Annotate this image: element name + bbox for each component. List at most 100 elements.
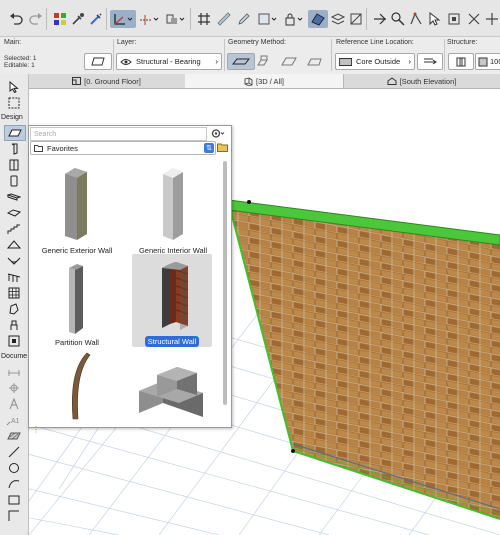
exterior-wall-thumbnail — [65, 168, 87, 240]
section-icon[interactable] — [444, 10, 464, 28]
structure-label: Structure: — [447, 39, 478, 46]
beam-tool-icon[interactable] — [4, 190, 24, 204]
drawing-tool-icon[interactable] — [4, 493, 24, 507]
layer-dropdown[interactable]: Structural - Bearing › — [116, 53, 222, 70]
geometry-straight-button[interactable] — [227, 53, 255, 70]
favorite-curved-wall[interactable] — [37, 351, 117, 423]
arrow-tool-icon[interactable] — [4, 80, 24, 94]
window-tool-icon[interactable] — [4, 174, 24, 188]
tab-label: [3D / All] — [256, 76, 284, 86]
favorites-folder-select[interactable]: Favorites ⇅ — [30, 141, 216, 155]
door-tool-icon[interactable] — [4, 158, 24, 172]
resize-handle-icon[interactable]: ⋮ — [32, 426, 40, 442]
interior-wall-thumbnail — [163, 168, 183, 240]
level-dimension-tool-icon[interactable] — [4, 381, 24, 395]
partition-wall-thumbnail — [69, 264, 83, 334]
favorites-scrollbar[interactable] — [223, 161, 227, 405]
polyline-tool-icon[interactable] — [4, 477, 24, 491]
tab-3d-all[interactable]: [3D / All] — [185, 74, 344, 88]
main-label: Main: — [4, 39, 22, 46]
curved-wall-thumbnail — [72, 352, 91, 420]
column-tool-icon[interactable] — [4, 142, 24, 156]
structure-type-button[interactable] — [448, 53, 474, 70]
structure-dropdown[interactable]: 100 — [475, 53, 500, 70]
gravity-angle-icon[interactable] — [110, 10, 136, 28]
chain-wall-icon — [257, 55, 268, 66]
zone-tool-icon[interactable] — [4, 334, 24, 348]
favorite-generic-interior-wall[interactable]: Generic Interior Wall — [133, 164, 213, 255]
trim-icon[interactable] — [464, 10, 484, 28]
morph-tool-icon[interactable] — [4, 302, 24, 316]
3d-cut-icon[interactable] — [308, 10, 328, 28]
text-tool-icon[interactable] — [4, 397, 24, 411]
pen-icon[interactable] — [234, 10, 254, 28]
curtain-wall-tool-icon[interactable] — [4, 286, 24, 300]
wall-tool-icon[interactable] — [4, 125, 26, 141]
offset-arrow-icon — [424, 58, 437, 65]
trace-icon[interactable] — [346, 10, 366, 28]
redo-icon[interactable] — [26, 10, 46, 28]
favorites-search-input[interactable]: Search — [30, 127, 207, 141]
wall-settings-icon — [91, 57, 105, 66]
structural-wall-thumbnail — [162, 262, 189, 330]
rectangle-wall-icon — [281, 57, 297, 66]
grid-snap-icon[interactable] — [194, 10, 214, 28]
retaining-wall-thumbnail — [139, 367, 203, 417]
folder-icon — [34, 145, 43, 152]
favorite-retaining-wall[interactable] — [133, 351, 213, 423]
element-frame-icon[interactable] — [256, 10, 280, 28]
tab-south-elevation[interactable]: [South Elevation] — [343, 74, 500, 88]
eyedropper-icon[interactable] — [68, 10, 88, 28]
stair-tool-icon[interactable] — [4, 222, 24, 236]
refline-offset-button[interactable] — [417, 53, 443, 70]
refline-dropdown[interactable]: Core Outside › — [335, 53, 415, 70]
new-folder-button[interactable] — [217, 142, 228, 152]
refline-value: Core Outside — [356, 57, 401, 66]
dimension-tool-icon[interactable] — [4, 365, 24, 379]
elevation-icon — [387, 77, 397, 85]
offset-icon[interactable] — [406, 10, 426, 28]
settings-gear-button[interactable] — [209, 127, 227, 139]
geometry-rect-button[interactable] — [280, 54, 298, 68]
snap-guides-icon[interactable] — [138, 10, 162, 28]
grid-palette-icon[interactable] — [50, 10, 70, 28]
arc-tool-icon[interactable] — [4, 461, 24, 475]
fill-icon — [478, 57, 488, 66]
layers-icon[interactable] — [328, 10, 348, 28]
slab-tool-icon[interactable] — [4, 206, 24, 220]
info-box: Main: Selected: 1 Editable: 1 Layer: Str… — [0, 37, 500, 75]
fill-tool-icon[interactable] — [4, 429, 24, 443]
3d-view-icon — [244, 77, 253, 86]
favorite-structural-wall[interactable]: Structural Wall — [132, 254, 212, 347]
favorite-label: Structural Wall — [144, 336, 200, 347]
geometry-curved-button[interactable] — [256, 54, 272, 68]
shell-tool-icon[interactable] — [4, 254, 24, 268]
hotspot-top[interactable] — [247, 200, 251, 204]
wall-settings-button[interactable] — [84, 53, 112, 70]
measure-icon[interactable] — [214, 10, 234, 28]
view-tabs: [0. Ground Floor] [3D / All] [South Elev… — [28, 74, 500, 89]
split-icon[interactable] — [370, 10, 390, 28]
hotspot-bottom[interactable] — [291, 449, 295, 453]
undo-icon[interactable] — [6, 10, 26, 28]
roof-tool-icon[interactable] — [4, 238, 24, 252]
tab-ground-floor[interactable]: [0. Ground Floor] — [28, 74, 186, 88]
selected-count: Selected: 1 — [4, 55, 37, 62]
syringe-icon[interactable] — [86, 10, 106, 28]
figure-tool-icon[interactable] — [4, 509, 24, 523]
favorite-generic-exterior-wall[interactable]: Generic Exterior Wall — [37, 164, 117, 255]
railing-tool-icon[interactable] — [4, 270, 24, 284]
favorite-partition-wall[interactable]: Partition Wall — [37, 254, 117, 347]
marquee-tool-icon[interactable] — [4, 96, 24, 110]
zoom-select-icon[interactable] — [388, 10, 408, 28]
suspend-groups-icon[interactable] — [164, 10, 188, 28]
lock-icon[interactable] — [282, 10, 306, 28]
pointer-tool-icon[interactable] — [424, 10, 444, 28]
drag-icon[interactable] — [482, 10, 500, 28]
object-tool-icon[interactable] — [4, 318, 24, 332]
geometry-trapezoid-button[interactable] — [306, 54, 324, 68]
line-tool-icon[interactable] — [4, 445, 24, 459]
label-tool-icon[interactable]: A1 — [4, 413, 24, 427]
tab-label: [South Elevation] — [399, 76, 457, 86]
geometry-method-label: Geometry Method: — [228, 39, 286, 46]
